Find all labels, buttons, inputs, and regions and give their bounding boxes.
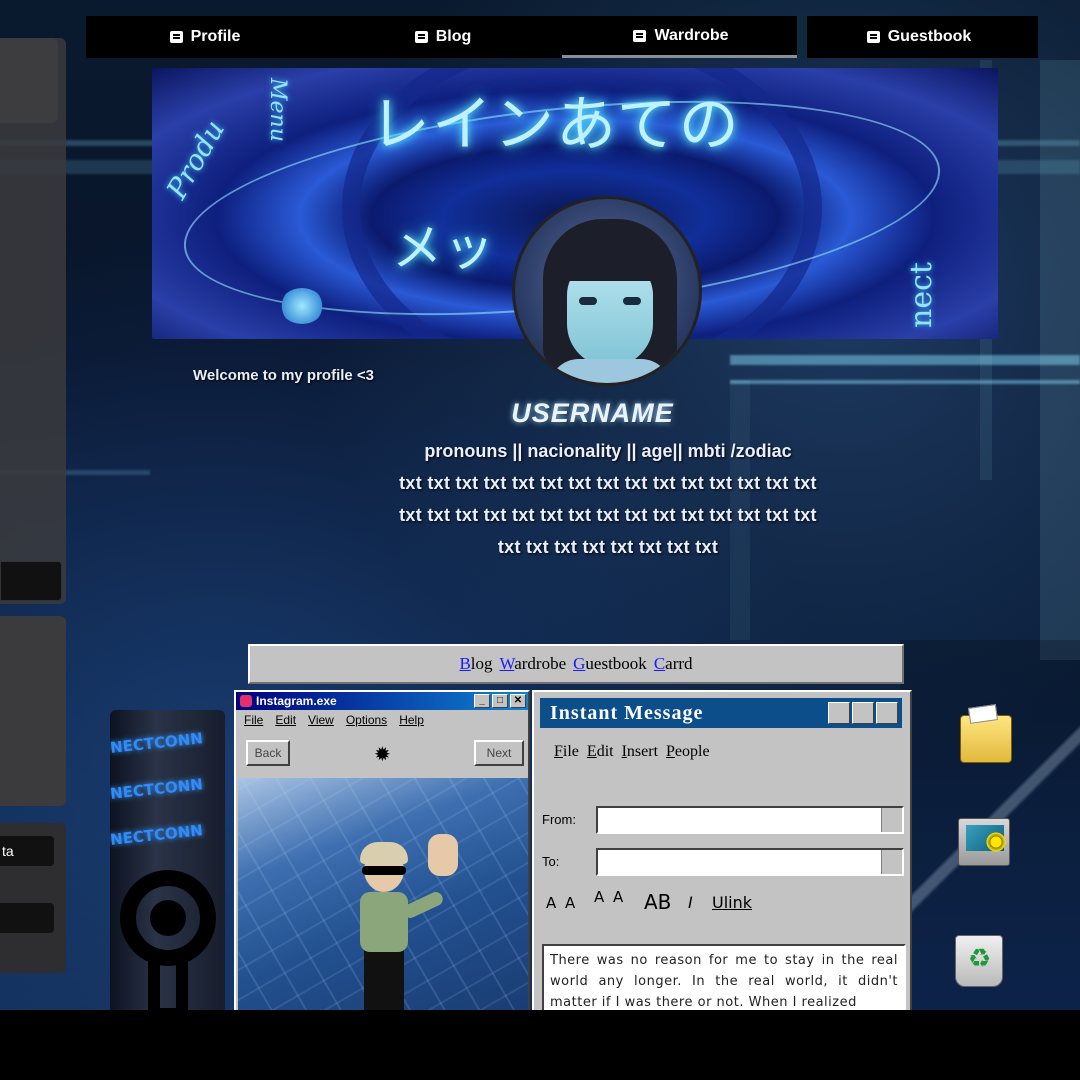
im-title: Instant Message [550, 701, 704, 724]
instagram-window: Instagram.exe _ □ ✕ File Edit View Optio… [234, 690, 530, 1020]
tab-wardrobe-label: Wardrobe [654, 26, 729, 44]
back-button[interactable]: Back [246, 740, 290, 766]
link-blog[interactable]: Blog [459, 654, 492, 674]
tab-guestbook-label: Guestbook [887, 28, 972, 45]
im-menu-people[interactable]: People [666, 743, 710, 761]
instagram-title: Instagram.exe [256, 694, 337, 708]
tab-profile[interactable]: Profile [86, 16, 324, 58]
from-label: From: [542, 812, 576, 827]
instagram-menu: File Edit View Options Help [236, 710, 528, 730]
bio-line-3: txt txt txt txt txt txt txt txt [497, 537, 719, 557]
profile-info: pronouns || nacionality || age|| mbti /z… [424, 441, 792, 461]
im-menu-file[interactable]: File [554, 743, 579, 761]
italic-button[interactable]: I [688, 893, 693, 912]
next-button[interactable]: Next [474, 740, 524, 766]
side-text-field-2[interactable] [0, 903, 54, 933]
im-minimize-button[interactable] [828, 702, 850, 724]
menu-view[interactable]: View [308, 713, 334, 727]
welcome-text: Welcome to my profile <3 [193, 367, 375, 384]
pillar-word-3: NECTCONN [110, 821, 204, 849]
table-icon [633, 29, 647, 42]
bio-line-2: txt txt txt txt txt txt txt txt txt txt … [399, 505, 817, 525]
im-menu-insert[interactable]: Insert [622, 743, 658, 761]
document-icon [414, 31, 428, 43]
recycle-bin-icon[interactable] [955, 935, 1003, 987]
im-menu: File Edit Insert People [554, 743, 710, 761]
minimize-button[interactable]: _ [474, 694, 490, 708]
link-bar: Blog Wardrobe Guestbook Carrd [248, 644, 904, 684]
from-field[interactable] [596, 806, 904, 834]
instagram-app-icon [240, 695, 252, 707]
im-menu-edit[interactable]: Edit [587, 743, 614, 761]
banner-side-left2: Menu [265, 78, 290, 142]
cursor-icon [280, 288, 324, 324]
bold-button[interactable]: AB [644, 890, 671, 914]
computer-icon[interactable] [958, 818, 1010, 866]
avatar [512, 196, 702, 386]
side-panel-bottom [0, 616, 66, 806]
bug-icon: ✹ [374, 742, 391, 766]
instagram-image [238, 778, 528, 1014]
font-larger-button[interactable]: A A [594, 888, 625, 906]
instagram-titlebar: Instagram.exe _ □ ✕ [236, 692, 528, 710]
username: USERNAME [511, 398, 674, 428]
nectconn-pillar: NECTCONN NECTCONN NECTCONN [110, 710, 225, 1010]
im-close-button[interactable] [876, 702, 898, 724]
id-card-icon [169, 31, 183, 43]
nav-divider [797, 16, 807, 58]
pillar-word-1: NECTCONN [110, 729, 204, 757]
top-nav: Profile Blog Wardrobe Guestbook [86, 16, 1038, 58]
side-text-field[interactable]: ta [0, 836, 54, 866]
link-guestbook[interactable]: Guestbook [573, 654, 647, 674]
im-titlebar: Instant Message [540, 698, 902, 728]
to-field[interactable] [596, 848, 904, 876]
banner-jp-title: レインあての [370, 90, 741, 160]
banner-side-right: nect [904, 262, 939, 328]
bio-line-1: txt txt txt txt txt txt txt txt txt txt … [399, 473, 817, 493]
close-button[interactable]: ✕ [510, 694, 526, 708]
banner-side-left: Produ [160, 114, 232, 205]
maximize-button[interactable]: □ [492, 694, 508, 708]
ulink-button[interactable]: Ulink [712, 893, 752, 912]
pillar-word-2: NECTCONN [110, 775, 204, 803]
tab-guestbook[interactable]: Guestbook [800, 16, 1038, 58]
banner-jp-sub: メッ [392, 219, 496, 277]
font-smaller-button[interactable]: A A [546, 894, 577, 912]
tab-blog[interactable]: Blog [324, 16, 562, 58]
im-maximize-button[interactable] [852, 702, 874, 724]
to-label: To: [542, 854, 560, 869]
tab-wardrobe[interactable]: Wardrobe [562, 16, 800, 58]
instant-message-window: Instant Message File Edit Insert People … [532, 690, 912, 1024]
menu-edit[interactable]: Edit [275, 713, 296, 727]
tab-profile-label: Profile [190, 28, 241, 45]
folder-icon[interactable] [960, 715, 1012, 763]
menu-file[interactable]: File [244, 713, 263, 727]
link-carrd[interactable]: Carrd [654, 654, 693, 674]
tab-blog-label: Blog [435, 28, 472, 45]
link-wardrobe[interactable]: Wardrobe [500, 654, 567, 674]
message-icon [866, 31, 880, 43]
menu-options[interactable]: Options [346, 713, 387, 727]
bottom-bar [0, 1010, 1080, 1080]
menu-help[interactable]: Help [399, 713, 424, 727]
side-input-1[interactable] [0, 561, 62, 601]
